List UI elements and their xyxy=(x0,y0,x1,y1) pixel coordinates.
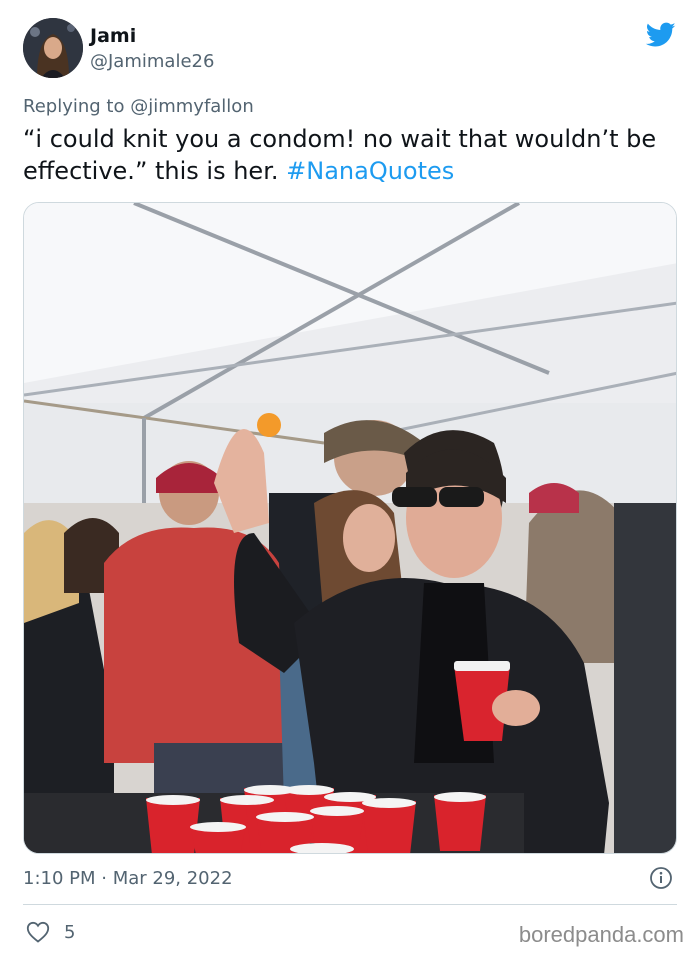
tweet-text: “i could knit you a condom! no wait that… xyxy=(23,123,673,187)
user-handle[interactable]: @Jamimale26 xyxy=(90,51,214,72)
divider xyxy=(23,904,677,905)
display-name[interactable]: Jami xyxy=(90,25,136,47)
tweet-photo[interactable] xyxy=(23,202,677,854)
avatar[interactable] xyxy=(23,18,83,78)
replying-to-mention[interactable]: @jimmyfallon xyxy=(130,96,254,117)
tweet-timestamp[interactable]: 1:10 PM · Mar 29, 2022 xyxy=(23,868,233,889)
info-icon[interactable] xyxy=(649,866,673,890)
source-watermark: boredpanda.com xyxy=(518,922,684,947)
replying-to-label: Replying to xyxy=(23,96,125,117)
hashtag-link[interactable]: #NanaQuotes xyxy=(286,157,454,185)
like-button[interactable]: 5 xyxy=(26,918,75,946)
heart-icon xyxy=(26,921,50,943)
tweet-header: Jami @Jamimale26 xyxy=(23,18,683,80)
twitter-bird-icon[interactable] xyxy=(646,22,676,48)
like-count: 5 xyxy=(64,921,76,943)
replying-to: Replying to @jimmyfallon xyxy=(23,96,254,117)
